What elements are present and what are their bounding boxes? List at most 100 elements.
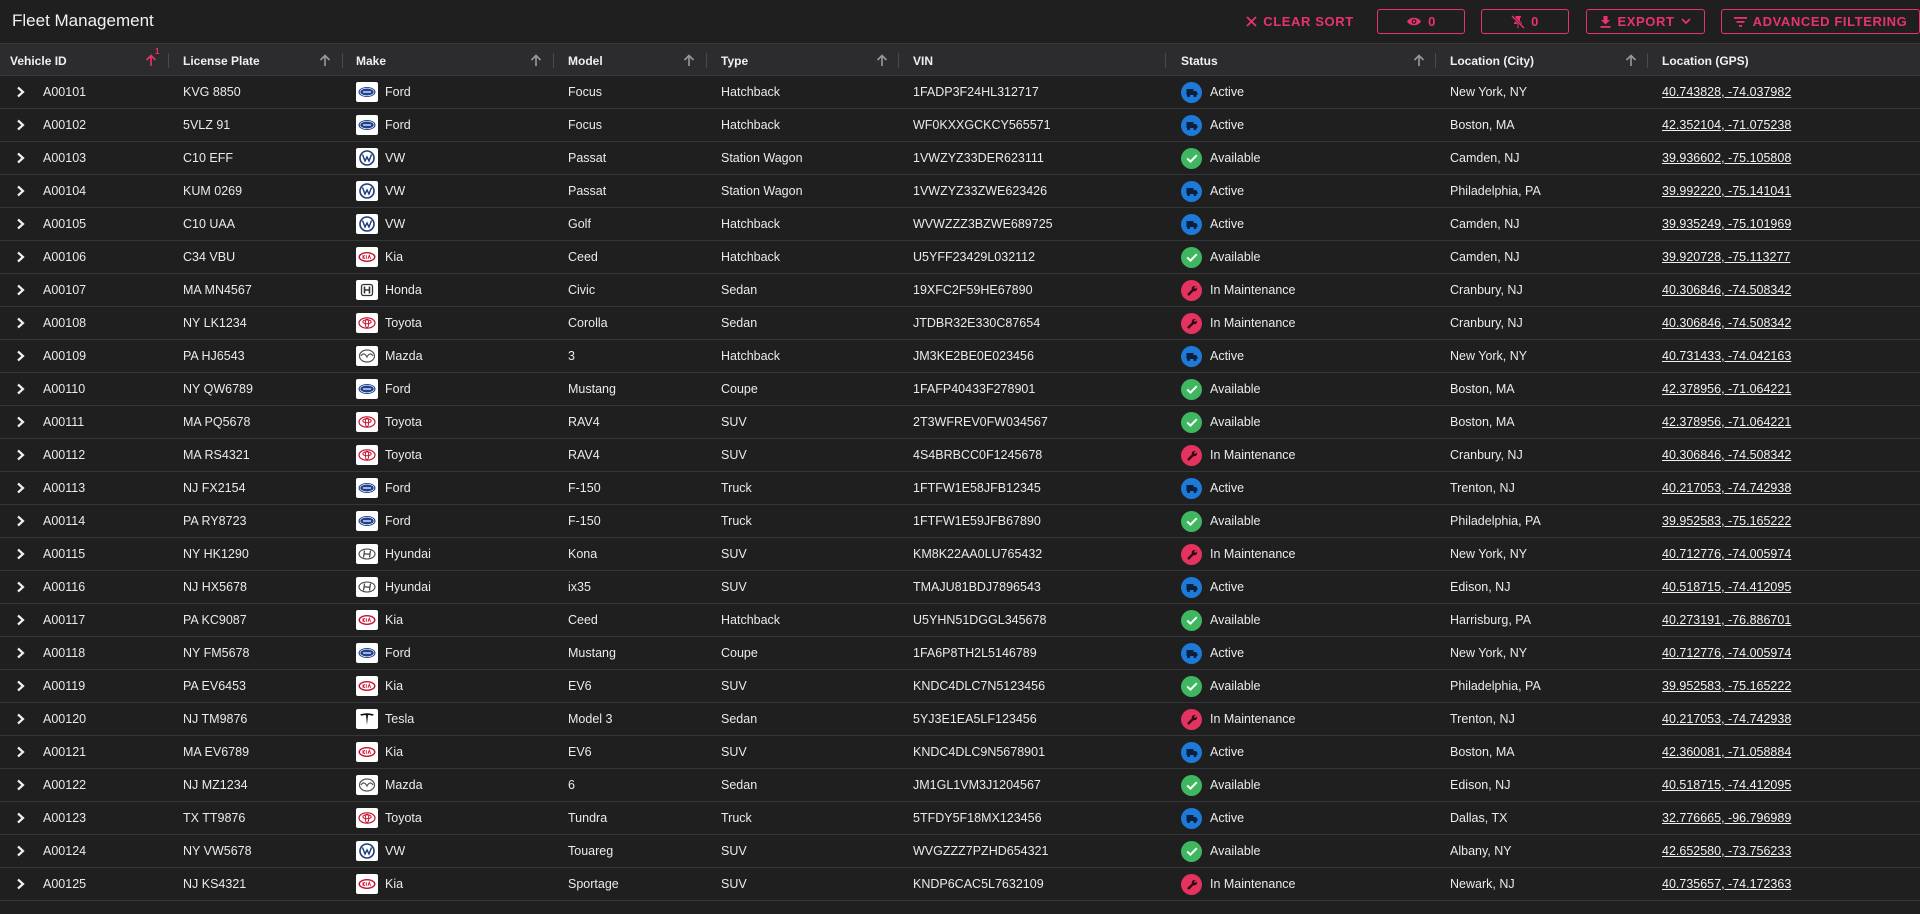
- advanced-filtering-button[interactable]: ADVANCED FILTERING: [1721, 9, 1920, 34]
- sort-icon[interactable]: [319, 54, 331, 67]
- chevron-right-icon[interactable]: [16, 350, 25, 362]
- chevron-right-icon[interactable]: [16, 515, 25, 527]
- table-row[interactable]: A00111 MA PQ5678 Toyota RAV4 SUV 2T3WFREV0FW0…: [0, 406, 1920, 439]
- gps-link[interactable]: 39.952583, -75.165222: [1662, 514, 1791, 528]
- sort-icon[interactable]: [530, 54, 542, 67]
- gps-link[interactable]: 42.378956, -71.064221: [1662, 415, 1791, 429]
- sort-icon[interactable]: [1625, 54, 1637, 67]
- pinned-columns-button[interactable]: 0: [1481, 9, 1569, 34]
- column-separator[interactable]: [1647, 53, 1648, 68]
- sort-icon[interactable]: [1413, 54, 1425, 67]
- gps-link[interactable]: 42.352104, -71.075238: [1662, 118, 1791, 132]
- column-header-vin[interactable]: VIN: [913, 44, 933, 77]
- cell-gps[interactable]: 42.360081, -71.058884: [1662, 736, 1791, 768]
- chevron-right-icon[interactable]: [16, 185, 25, 197]
- table-row[interactable]: A00122 NJ MZ1234 Mazda 6 Sedan JM1GL1VM3J1204…: [0, 769, 1920, 802]
- table-row[interactable]: A00103 C10 EFF VW Passat Station Wagon 1VWZYZ…: [0, 142, 1920, 175]
- cell-gps[interactable]: 42.378956, -71.064221: [1662, 406, 1791, 438]
- sort-icon[interactable]: [876, 54, 888, 67]
- cell-gps[interactable]: 39.920728, -75.113277: [1662, 241, 1790, 273]
- chevron-right-icon[interactable]: [16, 878, 25, 890]
- column-separator[interactable]: [898, 53, 899, 68]
- column-header-type[interactable]: Type: [721, 44, 748, 77]
- chevron-right-icon[interactable]: [16, 383, 25, 395]
- table-row[interactable]: A00116 NJ HX5678 Hyundai ix35 SUV TMAJU81BDJ7…: [0, 571, 1920, 604]
- clear-sort-button[interactable]: CLEAR SORT: [1246, 9, 1354, 34]
- sort-icon[interactable]: [683, 54, 695, 67]
- table-row[interactable]: A00102 5VLZ 91 Ford Focus Hatchback WF0KXXGCK…: [0, 109, 1920, 142]
- gps-link[interactable]: 40.518715, -74.412095: [1662, 778, 1791, 792]
- column-separator[interactable]: [1435, 53, 1436, 68]
- cell-gps[interactable]: 40.273191, -76.886701: [1662, 604, 1791, 636]
- cell-gps[interactable]: 40.712776, -74.005974: [1662, 637, 1791, 669]
- gps-link[interactable]: 40.712776, -74.005974: [1662, 646, 1791, 660]
- chevron-right-icon[interactable]: [16, 779, 25, 791]
- column-header-id[interactable]: Vehicle ID: [10, 44, 67, 77]
- chevron-right-icon[interactable]: [16, 416, 25, 428]
- table-row[interactable]: A00112 MA RS4321 Toyota RAV4 SUV 4S4BRBCC0F12…: [0, 439, 1920, 472]
- cell-gps[interactable]: 39.952583, -75.165222: [1662, 670, 1791, 702]
- table-row[interactable]: A00119 PA EV6453 Kia EV6 SUV KNDC4DLC7N512345…: [0, 670, 1920, 703]
- cell-gps[interactable]: 40.306846, -74.508342: [1662, 274, 1791, 306]
- gps-link[interactable]: 40.306846, -74.508342: [1662, 448, 1791, 462]
- chevron-right-icon[interactable]: [16, 284, 25, 296]
- gps-link[interactable]: 40.217053, -74.742938: [1662, 712, 1791, 726]
- table-row[interactable]: A00105 C10 UAA VW Golf Hatchback WVWZZZ3BZWE6…: [0, 208, 1920, 241]
- gps-link[interactable]: 40.306846, -74.508342: [1662, 283, 1791, 297]
- chevron-right-icon[interactable]: [16, 812, 25, 824]
- gps-link[interactable]: 40.712776, -74.005974: [1662, 547, 1791, 561]
- gps-link[interactable]: 39.935249, -75.101969: [1662, 217, 1791, 231]
- table-row[interactable]: A00104 KUM 0269 VW Passat Station Wagon 1VWZY…: [0, 175, 1920, 208]
- gps-link[interactable]: 40.731433, -74.042163: [1662, 349, 1791, 363]
- chevron-right-icon[interactable]: [16, 680, 25, 692]
- gps-link[interactable]: 42.378956, -71.064221: [1662, 382, 1791, 396]
- table-row[interactable]: A00110 NY QW6789 Ford Mustang Coupe 1FAFP4043…: [0, 373, 1920, 406]
- gps-link[interactable]: 40.518715, -74.412095: [1662, 580, 1791, 594]
- chevron-right-icon[interactable]: [16, 152, 25, 164]
- cell-gps[interactable]: 40.743828, -74.037982: [1662, 76, 1791, 108]
- gps-link[interactable]: 39.920728, -75.113277: [1662, 250, 1790, 264]
- cell-gps[interactable]: 40.306846, -74.508342: [1662, 439, 1791, 471]
- cell-gps[interactable]: 39.992220, -75.141041: [1662, 175, 1791, 207]
- table-row[interactable]: A00120 NJ TM9876 Tesla Model 3 Sedan 5YJ3E1EA…: [0, 703, 1920, 736]
- chevron-right-icon[interactable]: [16, 713, 25, 725]
- gps-link[interactable]: 39.992220, -75.141041: [1662, 184, 1791, 198]
- column-header-make[interactable]: Make: [356, 44, 386, 77]
- export-button[interactable]: EXPORT: [1586, 9, 1705, 34]
- cell-gps[interactable]: 39.952583, -75.165222: [1662, 505, 1791, 537]
- column-header-plate[interactable]: License Plate: [183, 44, 260, 77]
- table-row[interactable]: A00118 NY FM5678 Ford Mustang Coupe 1FA6P8TH2…: [0, 637, 1920, 670]
- cell-gps[interactable]: 40.217053, -74.742938: [1662, 472, 1791, 504]
- column-header-status[interactable]: Status: [1181, 44, 1218, 77]
- cell-gps[interactable]: 40.518715, -74.412095: [1662, 769, 1791, 801]
- column-separator[interactable]: [342, 53, 343, 68]
- chevron-right-icon[interactable]: [16, 86, 25, 98]
- hidden-columns-button[interactable]: 0: [1377, 9, 1465, 34]
- cell-gps[interactable]: 42.652580, -73.756233: [1662, 835, 1791, 867]
- cell-gps[interactable]: 40.731433, -74.042163: [1662, 340, 1791, 372]
- table-row[interactable]: A00123 TX TT9876 Toyota Tundra Truck 5TFDY5F1…: [0, 802, 1920, 835]
- column-separator[interactable]: [553, 53, 554, 68]
- column-separator[interactable]: [1165, 53, 1166, 68]
- cell-gps[interactable]: 39.936602, -75.105808: [1662, 142, 1791, 174]
- cell-gps[interactable]: 40.712776, -74.005974: [1662, 538, 1791, 570]
- gps-link[interactable]: 39.936602, -75.105808: [1662, 151, 1791, 165]
- column-separator[interactable]: [706, 53, 707, 68]
- chevron-right-icon[interactable]: [16, 251, 25, 263]
- gps-link[interactable]: 40.217053, -74.742938: [1662, 481, 1791, 495]
- cell-gps[interactable]: 40.217053, -74.742938: [1662, 703, 1791, 735]
- chevron-right-icon[interactable]: [16, 647, 25, 659]
- table-row[interactable]: A00108 NY LK1234 Toyota Corolla Sedan JTDBR32…: [0, 307, 1920, 340]
- gps-link[interactable]: 40.306846, -74.508342: [1662, 316, 1791, 330]
- chevron-right-icon[interactable]: [16, 845, 25, 857]
- gps-link[interactable]: 42.652580, -73.756233: [1662, 844, 1791, 858]
- chevron-right-icon[interactable]: [16, 449, 25, 461]
- table-row[interactable]: A00101 KVG 8850 Ford Focus Hatchback 1FADP3F2…: [0, 76, 1920, 109]
- gps-link[interactable]: 40.743828, -74.037982: [1662, 85, 1791, 99]
- gps-link[interactable]: 40.273191, -76.886701: [1662, 613, 1791, 627]
- chevron-right-icon[interactable]: [16, 581, 25, 593]
- table-row[interactable]: A00117 PA KC9087 Kia Ceed Hatchback U5YHN51DG…: [0, 604, 1920, 637]
- table-row[interactable]: A00109 PA HJ6543 Mazda 3 Hatchback JM3KE2BE0E…: [0, 340, 1920, 373]
- chevron-right-icon[interactable]: [16, 614, 25, 626]
- gps-link[interactable]: 39.952583, -75.165222: [1662, 679, 1791, 693]
